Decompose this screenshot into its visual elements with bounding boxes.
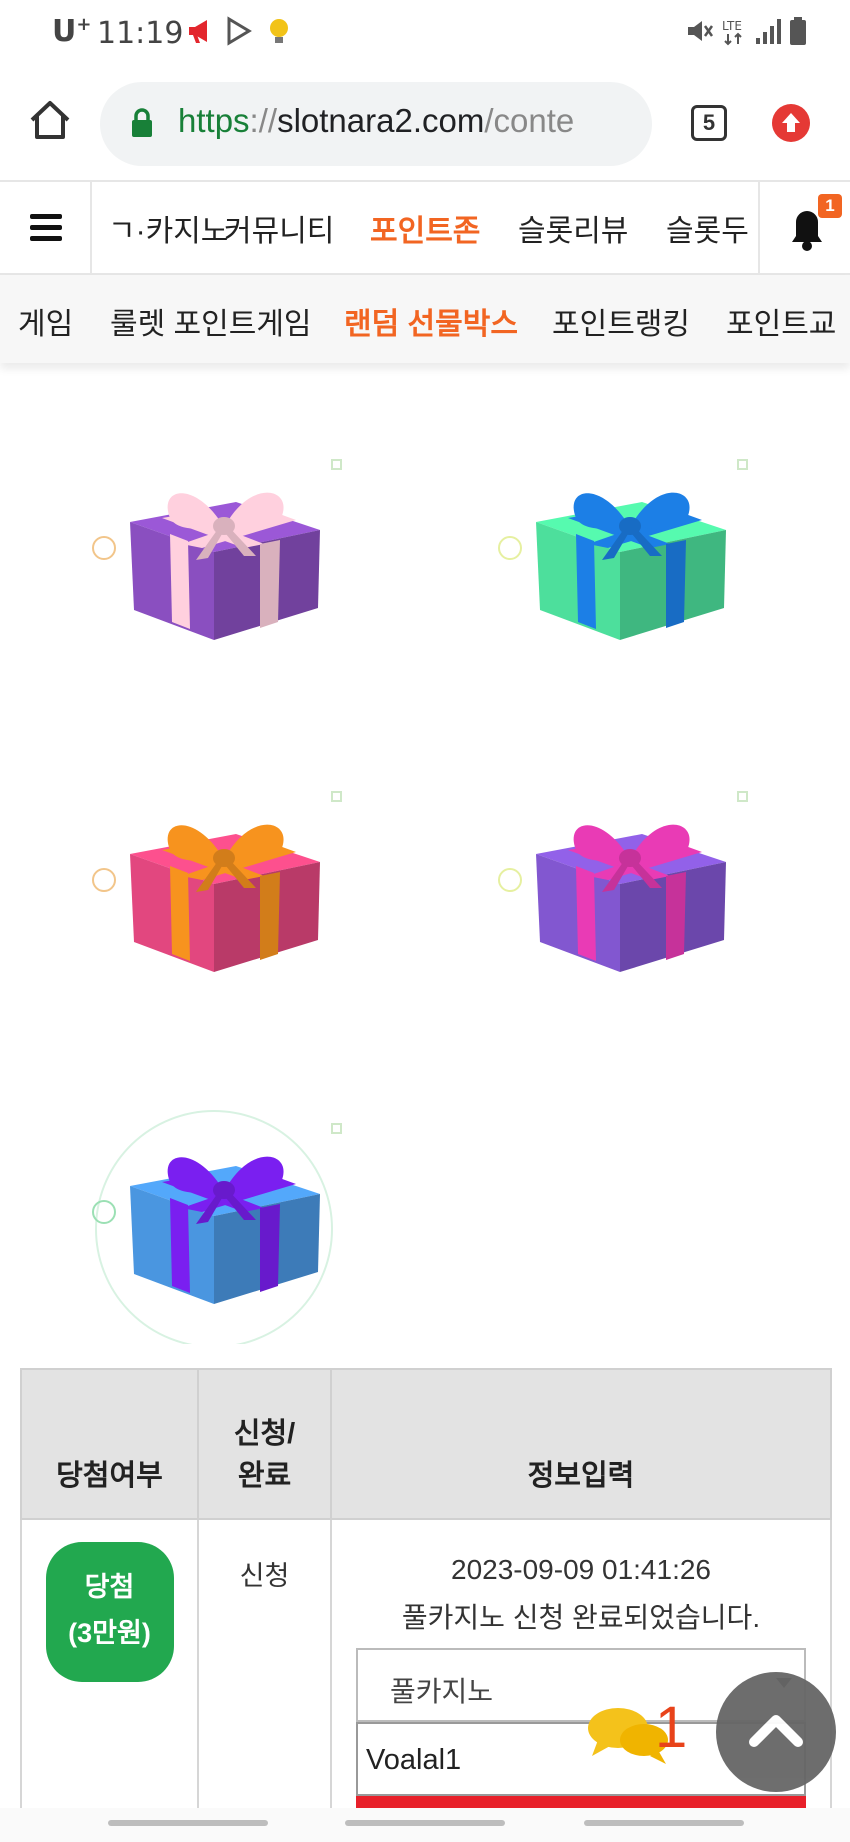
header-status: 신청/완료 — [197, 1368, 332, 1520]
browser-toolbar: https://slotnara2.com/conte 5 — [0, 64, 850, 180]
lte-icon: LTE — [722, 19, 742, 46]
sub-nav: 게임 룰렛 포인트게임 랜덤 선물박스 포인트랭킹 포인트교 — [0, 275, 850, 363]
home-icon[interactable] — [28, 98, 72, 142]
lightbulb-icon — [270, 19, 288, 43]
gift-icon — [498, 459, 748, 640]
status-time: 11:19 — [97, 16, 184, 51]
gift-box-violet-magenta[interactable] — [480, 772, 760, 1012]
sub-item-roulette[interactable]: 룰렛 포인트게임 — [110, 299, 312, 343]
result-cell: 당첨 (3만원) — [20, 1518, 199, 1842]
battery-icon — [790, 17, 806, 45]
gesture-handle — [345, 1820, 505, 1826]
header-result: 당첨여부 — [20, 1368, 199, 1520]
sub-item-game[interactable]: 게임 — [18, 299, 73, 343]
main-nav: ㄱ·카지노 커뮤니티 포인트존 슬롯리뷰 슬롯두 — [0, 180, 850, 275]
win-badge: 당첨 (3만원) — [45, 1542, 174, 1682]
scroll-top-button[interactable] — [716, 1672, 836, 1792]
carrier-label: U+ — [52, 14, 92, 49]
gift-box-green-blue[interactable] — [480, 440, 760, 680]
applied-message: 풀카지노 신청 완료되었습니다. — [401, 1602, 761, 1633]
lock-icon — [132, 108, 152, 137]
nav-item-slot-review[interactable]: 슬롯리뷰 — [518, 206, 628, 250]
url-text: https://slotnara2.com/conte — [178, 102, 575, 139]
sub-item-random-gift-box[interactable]: 랜덤 선물박스 — [344, 299, 518, 343]
mute-icon — [688, 21, 714, 41]
gesture-handle — [584, 1820, 744, 1826]
sub-item-point-ranking[interactable]: 포인트랭킹 — [552, 299, 690, 343]
lte-label: LTE — [722, 19, 742, 33]
address-bar[interactable]: https://slotnara2.com/conte — [100, 82, 652, 166]
gift-icon — [498, 791, 748, 972]
play-store-icon — [227, 16, 252, 46]
nav-item-community[interactable]: 커뮤니티 — [224, 206, 334, 250]
megaphone-icon — [189, 20, 207, 43]
gift-box-purple-pink[interactable] — [74, 440, 354, 680]
table-row: 당첨 (3만원) 신청 2023-09-09 01:41:26 풀카지노 신청 완… — [20, 1518, 832, 1842]
sub-item-point-exchange[interactable]: 포인트교 — [726, 299, 836, 343]
signal-icon — [756, 19, 781, 44]
chat-count: 1 — [655, 1695, 688, 1760]
hamburger-menu-button[interactable] — [0, 182, 92, 273]
result-table: 당첨여부 신청/완료 정보입력 당첨 (3만원) 신청 2023-09-09 01… — [20, 1368, 832, 1842]
applied-date: 2023-09-09 01:41:26 — [451, 1554, 711, 1585]
table-header-row: 당첨여부 신청/완료 정보입력 — [20, 1368, 832, 1520]
status-cell: 신청 — [197, 1518, 332, 1842]
gesture-handle — [108, 1820, 268, 1826]
arrow-up-icon — [782, 113, 800, 132]
nav-item-casino[interactable]: ㄱ·카지노 — [108, 206, 228, 250]
update-button[interactable] — [772, 104, 810, 142]
status-bar: U+ 11:19 LTE — [0, 0, 850, 64]
tab-switcher-button[interactable]: 5 — [691, 105, 727, 141]
gift-icon — [92, 459, 342, 640]
notification-badge: 1 — [818, 194, 842, 218]
gift-icon — [92, 1110, 342, 1348]
header-info: 정보입력 — [330, 1368, 832, 1520]
gift-icon — [92, 791, 342, 972]
gift-box-blue-purple[interactable] — [74, 1104, 354, 1348]
nav-item-point-zone[interactable]: 포인트존 — [370, 206, 480, 250]
gift-box-pink-orange[interactable] — [74, 772, 354, 1012]
nav-item-slot-more[interactable]: 슬롯두 — [666, 206, 749, 250]
chevron-up-icon — [749, 1715, 803, 1747]
